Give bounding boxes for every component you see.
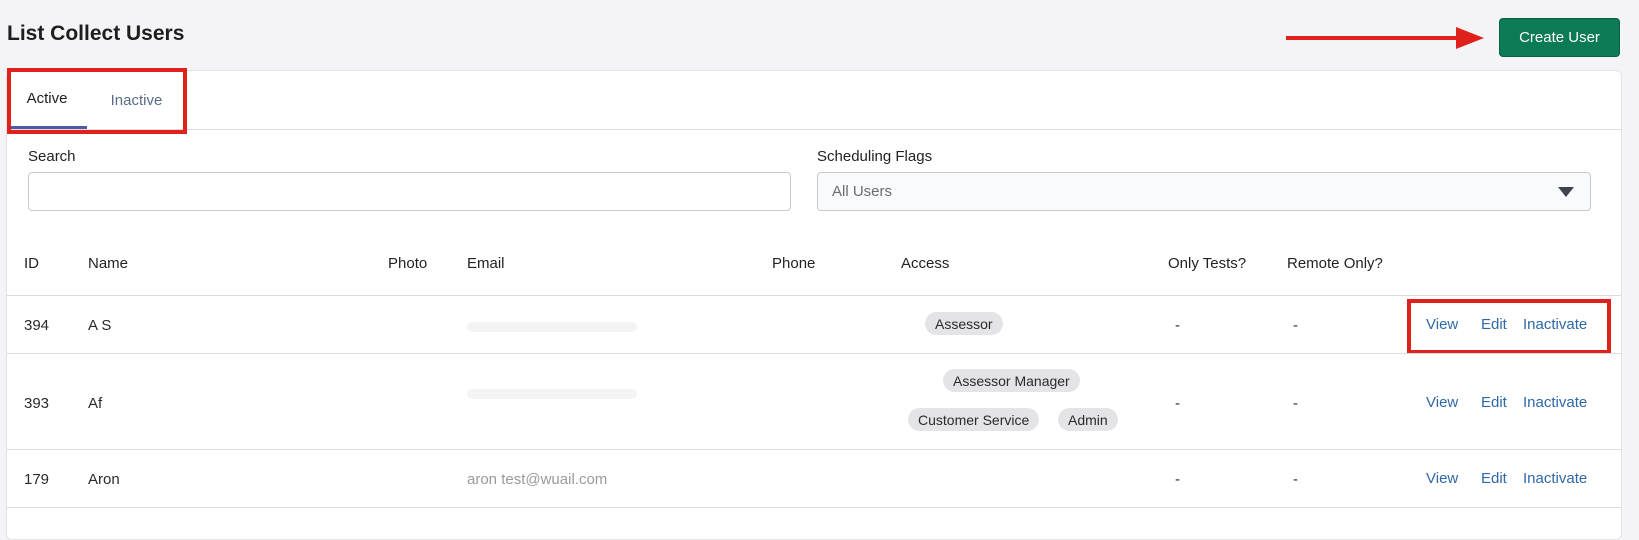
access-badge: Admin	[1058, 408, 1118, 431]
annotation-box-tabs	[7, 68, 187, 134]
cell-name: Aron	[88, 471, 120, 488]
edit-link[interactable]: Edit	[1481, 470, 1507, 487]
cell-id: 393	[24, 395, 50, 412]
row-divider	[7, 295, 1621, 296]
create-user-button[interactable]: Create User	[1499, 18, 1620, 57]
column-header-photo: Photo	[388, 255, 428, 272]
cell-remote-only: -	[1293, 317, 1298, 334]
chevron-down-icon	[1558, 187, 1574, 197]
access-badge: Assessor Manager	[943, 369, 1080, 392]
row-divider	[7, 353, 1621, 354]
row-divider	[7, 507, 1621, 508]
search-input[interactable]	[28, 172, 791, 211]
redacted-email	[467, 322, 637, 332]
row-divider	[7, 449, 1621, 450]
scheduling-flags-select[interactable]: All Users	[817, 172, 1591, 211]
search-label: Search	[28, 148, 76, 165]
edit-link[interactable]: Edit	[1481, 394, 1507, 411]
access-badge: Customer Service	[908, 408, 1040, 431]
inactivate-link[interactable]: Inactivate	[1523, 394, 1587, 411]
cell-email: aron test@wuail.com	[467, 471, 608, 488]
cell-id: 394	[24, 317, 50, 334]
access-badge: Assessor	[925, 312, 1003, 335]
column-header-phone: Phone	[772, 255, 816, 272]
column-header-remote-only: Remote Only?	[1287, 255, 1383, 272]
cell-name: A S	[88, 317, 112, 334]
annotation-box-actions	[1407, 299, 1611, 354]
tab-bar: Active Inactive	[7, 68, 1621, 134]
column-header-access: Access	[901, 255, 950, 272]
column-header-id: ID	[24, 255, 39, 272]
view-link[interactable]: View	[1426, 394, 1458, 411]
column-header-only-tests: Only Tests?	[1168, 255, 1247, 272]
page-title: List Collect Users	[7, 22, 185, 45]
view-link[interactable]: View	[1426, 470, 1458, 487]
cell-name: Af	[88, 395, 103, 412]
cell-remote-only: -	[1293, 395, 1298, 412]
cell-id: 179	[24, 471, 50, 488]
redacted-email	[467, 389, 637, 399]
column-header-email: Email	[467, 255, 505, 272]
users-card: Active Inactive Search Scheduling Flags …	[6, 68, 1622, 540]
scheduling-flags-label: Scheduling Flags	[817, 148, 933, 165]
cell-remote-only: -	[1293, 471, 1298, 488]
column-header-name: Name	[88, 255, 129, 272]
cell-only-tests: -	[1175, 395, 1180, 412]
cell-only-tests: -	[1175, 317, 1180, 334]
inactivate-link[interactable]: Inactivate	[1523, 470, 1587, 487]
cell-only-tests: -	[1175, 471, 1180, 488]
scheduling-flags-value: All Users	[832, 183, 893, 200]
annotation-arrow-icon	[1286, 27, 1484, 49]
